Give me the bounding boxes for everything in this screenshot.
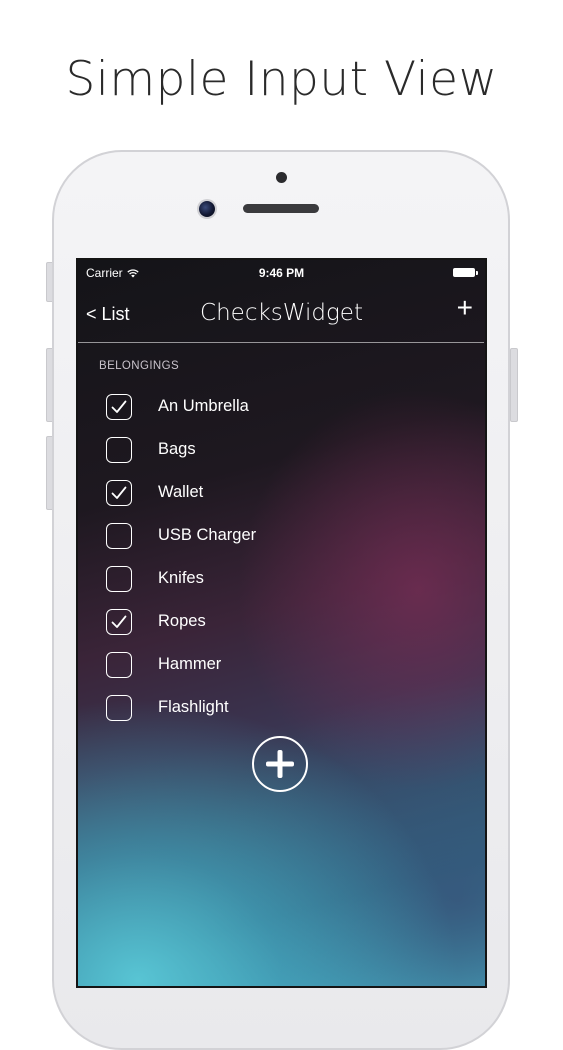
list-item[interactable]: Wallet xyxy=(78,471,485,514)
checklist: An Umbrella Bags Wallet USB Charger Knif… xyxy=(78,385,485,729)
checkbox[interactable] xyxy=(106,651,132,678)
list-item[interactable]: An Umbrella xyxy=(78,385,485,428)
battery-icon xyxy=(453,268,478,277)
earpiece-speaker xyxy=(243,204,319,213)
item-label: USB Charger xyxy=(158,526,257,544)
nav-title: ChecksWidget xyxy=(200,300,363,326)
add-list-button[interactable]: + xyxy=(457,294,473,322)
item-label: Bags xyxy=(158,440,196,458)
plus-circle-icon xyxy=(266,750,294,778)
section-header: BELONGINGS xyxy=(99,360,180,372)
front-camera xyxy=(199,201,215,217)
checkbox[interactable] xyxy=(106,608,132,635)
add-item-button[interactable] xyxy=(252,736,308,792)
checkmark-icon xyxy=(111,400,127,413)
status-bar: Carrier 9:46 PM xyxy=(78,260,485,284)
checkbox[interactable] xyxy=(106,393,132,420)
list-item[interactable]: Knifes xyxy=(78,557,485,600)
proximity-sensor xyxy=(276,172,287,183)
checkbox[interactable] xyxy=(106,479,132,506)
item-label: Knifes xyxy=(158,569,204,587)
list-item[interactable]: USB Charger xyxy=(78,514,485,557)
phone-screen: Carrier 9:46 PM < List ChecksWidget + BE… xyxy=(76,258,487,988)
screenshot-caption: Simple Input View xyxy=(65,52,498,107)
navigation-bar: < List ChecksWidget + xyxy=(78,284,485,342)
nav-divider xyxy=(78,342,484,343)
checkbox[interactable] xyxy=(106,522,132,549)
list-item[interactable]: Flashlight xyxy=(78,686,485,729)
list-item[interactable]: Ropes xyxy=(78,600,485,643)
checkbox[interactable] xyxy=(106,565,132,592)
checkbox[interactable] xyxy=(106,694,132,721)
status-time: 9:46 PM xyxy=(258,266,305,280)
item-label: Hammer xyxy=(158,655,222,673)
item-label: Wallet xyxy=(158,483,204,501)
checkbox[interactable] xyxy=(106,436,132,463)
checkmark-icon xyxy=(111,486,127,499)
checkmark-icon xyxy=(111,615,127,628)
list-item[interactable]: Bags xyxy=(78,428,485,471)
item-label: An Umbrella xyxy=(158,397,249,415)
list-item[interactable]: Hammer xyxy=(78,643,485,686)
item-label: Flashlight xyxy=(158,698,229,716)
item-label: Ropes xyxy=(158,612,206,630)
power-button xyxy=(510,348,518,422)
